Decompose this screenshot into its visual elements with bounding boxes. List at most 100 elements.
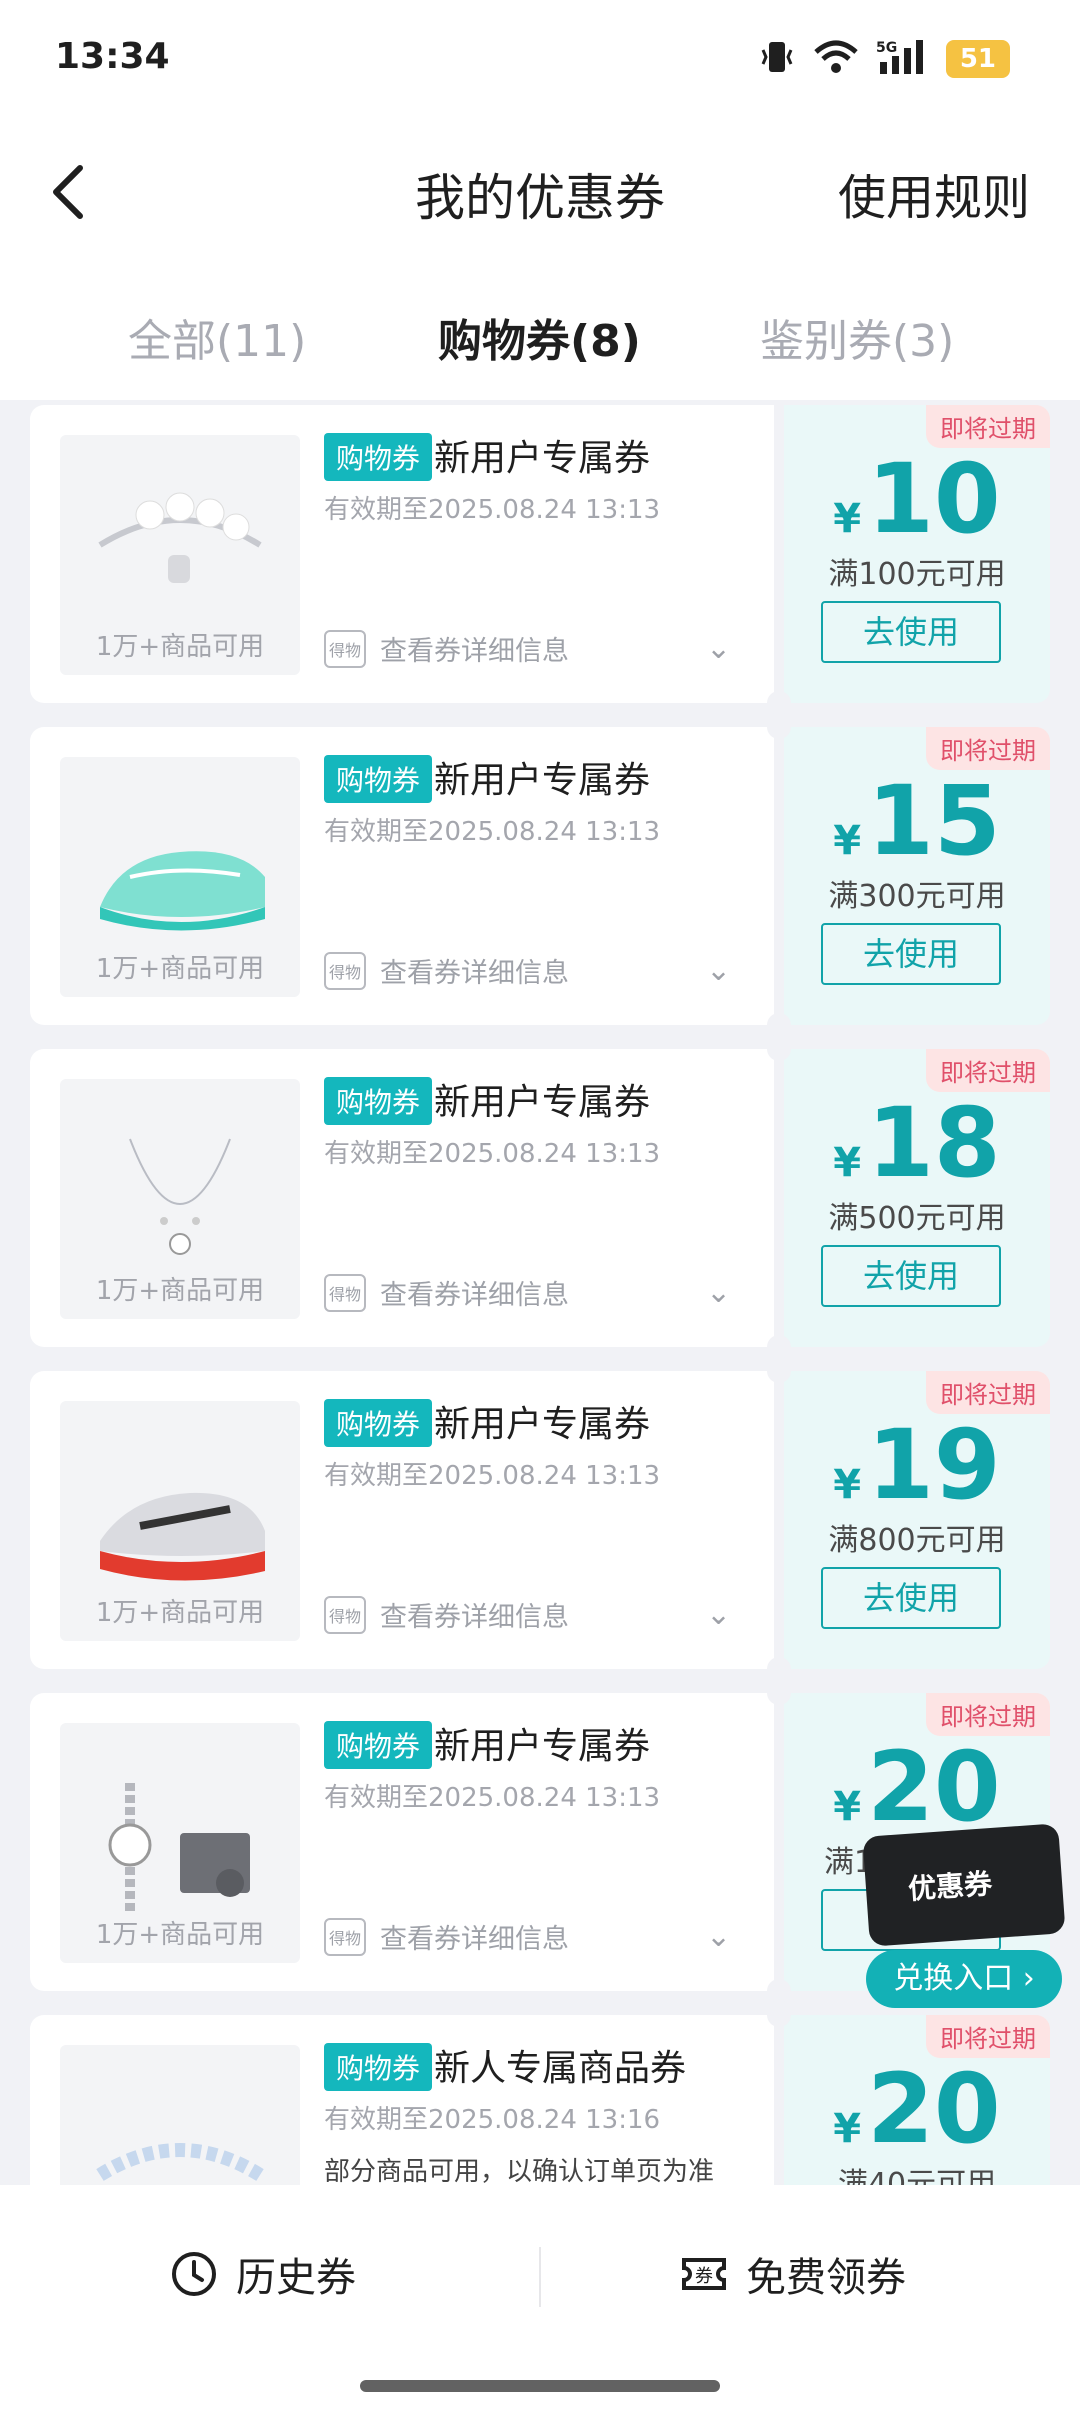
validity-date: 有效期至2025.08.24 13:13 <box>324 1139 661 1169</box>
coupon-info: 购物券 新人专属商品券 有效期至2025.08.24 13:16 部分商品可用，… <box>30 2015 774 2185</box>
coupon-card: 1万+商品可用 购物券 新用户专属券 有效期至2025.08.24 13:13 … <box>30 1359 1050 1681</box>
free-coupons-button[interactable]: 券 免费领券 <box>680 2245 906 2303</box>
tab-shopping[interactable]: 购物券(8) <box>438 305 641 369</box>
detail-toggle[interactable]: 得物 查看券详细信息 <box>324 1595 569 1634</box>
status-icons: 5G 51 <box>758 38 1010 80</box>
coupon-title: 新用户专属券 <box>434 1404 651 1445</box>
product-image <box>60 2045 300 2185</box>
product-image: 1万+商品可用 <box>60 1723 300 1963</box>
tab-authentication[interactable]: 鉴别券(3) <box>760 305 954 369</box>
coupon-condition: 满800元可用 <box>828 1523 1006 1558</box>
bead-bracelet-image <box>96 2143 264 2181</box>
chevron-down-icon[interactable]: ⌄ <box>706 1275 731 1310</box>
detail-label: 查看券详细信息 <box>380 636 569 667</box>
clock-icon <box>172 2252 216 2296</box>
availability-text: 1万+商品可用 <box>95 632 265 662</box>
expire-tag: 即将过期 <box>926 1693 1050 1736</box>
expire-tag: 即将过期 <box>926 2015 1050 2058</box>
chevron-down-icon[interactable]: ⌄ <box>706 1919 731 1954</box>
coupon-info: 1万+商品可用 购物券 新用户专属券 有效期至2025.08.24 13:13 … <box>30 727 774 1025</box>
detail-label: 查看券详细信息 <box>380 1924 569 1955</box>
use-button[interactable]: 去使用 <box>821 923 1001 985</box>
coupon-type-badge: 购物券 <box>324 1399 433 1447</box>
signal-icon: 5G <box>876 38 928 80</box>
use-button[interactable]: 去使用 <box>821 1245 1001 1307</box>
dewu-logo-icon: 得物 <box>324 951 366 990</box>
home-indicator <box>360 2380 720 2392</box>
detail-toggle[interactable]: 得物 查看券详细信息 <box>324 629 569 668</box>
tab-all[interactable]: 全部(11) <box>128 305 306 369</box>
coupon-card: 1万+商品可用 购物券 新用户专属券 有效期至2025.08.24 13:13 … <box>30 1037 1050 1359</box>
availability-text: 1万+商品可用 <box>95 954 265 984</box>
validity-date: 有效期至2025.08.24 13:13 <box>324 1783 661 1813</box>
svg-text:券: 券 <box>695 2266 713 2287</box>
vibrate-icon <box>758 38 796 80</box>
coupon-type-badge: 购物券 <box>324 433 433 481</box>
coupon-card: 购物券 新人专属商品券 有效期至2025.08.24 13:16 部分商品可用，… <box>30 2003 1050 2185</box>
rules-link[interactable]: 使用规则 <box>838 158 1030 228</box>
bottom-bar: 历史券 券 免费领券 <box>0 2185 1080 2412</box>
divider <box>539 2247 541 2307</box>
battery-indicator: 51 <box>945 40 1010 78</box>
redeem-entry-float[interactable]: 优惠券 兑换入口 › <box>862 1823 1066 2008</box>
validity-date: 有效期至2025.08.24 13:13 <box>324 817 661 847</box>
coupon-type-badge: 购物券 <box>324 1077 433 1125</box>
coupon-info: 1万+商品可用 购物券 新用户专属券 有效期至2025.08.24 13:13 … <box>30 1371 774 1669</box>
coupon-condition: 满300元可用 <box>828 879 1006 914</box>
coupon-card: 1万+商品可用 购物券 新用户专属券 有效期至2025.08.24 13:13 … <box>30 715 1050 1037</box>
coupon-condition: 满40元可用 <box>837 2167 997 2185</box>
notch <box>767 1657 791 1681</box>
detail-label: 查看券详细信息 <box>380 1280 569 1311</box>
detail-toggle[interactable]: 得物 查看券详细信息 <box>324 1273 569 1312</box>
expire-tag: 即将过期 <box>926 727 1050 770</box>
status-time: 13:34 <box>55 36 170 77</box>
chevron-down-icon[interactable]: ⌄ <box>706 1597 731 1632</box>
coupon-title: 新用户专属券 <box>434 1082 651 1123</box>
coupon-amount: ¥19 <box>833 1409 1001 1521</box>
coupon-value-panel: 即将过期 ¥20 满40元可用 <box>784 2015 1050 2185</box>
chevron-down-icon[interactable]: ⌄ <box>706 631 731 666</box>
free-label: 免费领券 <box>746 2255 906 2301</box>
wifi-icon <box>814 40 858 78</box>
use-button[interactable]: 去使用 <box>821 1567 1001 1629</box>
coupon-info: 1万+商品可用 购物券 新用户专属券 有效期至2025.08.24 13:13 … <box>30 405 774 703</box>
chevron-down-icon[interactable]: ⌄ <box>706 953 731 988</box>
coupon-condition: 满500元可用 <box>828 1201 1006 1236</box>
coupon-ticket-graphic: 优惠券 <box>862 1823 1066 1947</box>
coupon-amount: ¥10 <box>833 443 1001 555</box>
availability-text: 1万+商品可用 <box>95 1598 265 1628</box>
history-label: 历史券 <box>236 2255 356 2301</box>
coupon-condition: 满100元可用 <box>828 557 1006 592</box>
coupon-type-badge: 购物券 <box>324 755 433 803</box>
dewu-logo-icon: 得物 <box>324 1273 366 1312</box>
dewu-logo-icon: 得物 <box>324 629 366 668</box>
product-image: 1万+商品可用 <box>60 757 300 997</box>
coupon-value-panel: 即将过期 ¥18 满500元可用 去使用 <box>784 1049 1050 1347</box>
coupon-note: 部分商品可用，以确认订单页为准 <box>324 2157 715 2185</box>
expire-tag: 即将过期 <box>926 1371 1050 1414</box>
history-coupons-button[interactable]: 历史券 <box>170 2245 356 2303</box>
notch <box>767 2003 791 2027</box>
use-button[interactable]: 去使用 <box>821 601 1001 663</box>
detail-label: 查看券详细信息 <box>380 958 569 989</box>
coupon-value-panel: 即将过期 ¥19 满800元可用 去使用 <box>784 1371 1050 1669</box>
detail-toggle[interactable]: 得物 查看券详细信息 <box>324 951 569 990</box>
redeem-entry-button[interactable]: 兑换入口 › <box>866 1950 1062 2008</box>
availability-text: 1万+商品可用 <box>95 1276 265 1306</box>
coupon-value-panel: 即将过期 ¥10 满100元可用 去使用 <box>784 405 1050 703</box>
coupon-card: 1万+商品可用 购物券 新用户专属券 有效期至2025.08.24 13:13 … <box>30 405 1050 715</box>
coupon-amount: ¥18 <box>833 1087 1001 1199</box>
svg-text:5G: 5G <box>876 40 897 56</box>
dewu-logo-icon: 得物 <box>324 1917 366 1956</box>
detail-toggle[interactable]: 得物 查看券详细信息 <box>324 1917 569 1956</box>
notch <box>767 1335 791 1359</box>
coupon-title: 新用户专属券 <box>434 438 651 479</box>
coupon-info: 1万+商品可用 购物券 新用户专属券 有效期至2025.08.24 13:13 … <box>30 1049 774 1347</box>
coupon-title: 新用户专属券 <box>434 1726 651 1767</box>
notch <box>767 715 791 739</box>
float-card-label: 优惠券 <box>907 1867 994 1906</box>
coupon-info: 1万+商品可用 购物券 新用户专属券 有效期至2025.08.24 13:13 … <box>30 1693 774 1991</box>
ticket-icon: 券 <box>682 2258 726 2290</box>
notch <box>767 1013 791 1037</box>
dewu-logo-icon: 得物 <box>324 1595 366 1634</box>
